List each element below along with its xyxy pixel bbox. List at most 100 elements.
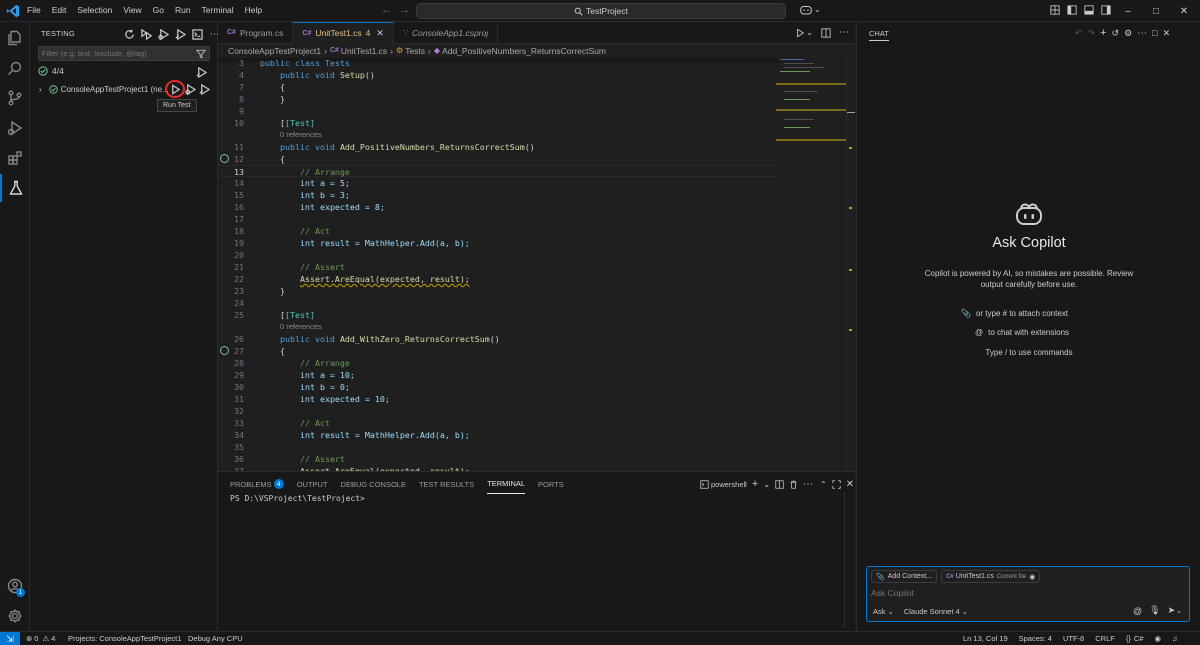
panel-tab-output[interactable]: OUTPUT [297,474,328,494]
close-panel-icon[interactable]: ✕ [846,479,854,490]
panel-tab-test-results[interactable]: TEST RESULTS [419,474,474,494]
run-debug-icon[interactable] [0,114,30,142]
breadcrumb-file[interactable]: UnitTest1.cs [341,46,387,56]
redo-icon[interactable]: ↷ [1088,28,1096,39]
run-all-tests-icon[interactable] [139,27,154,42]
more-actions-icon[interactable]: ⋯ [803,479,813,490]
restore-icon[interactable]: □ [1142,0,1170,22]
terminal-shell-selector[interactable]: powershell [700,480,747,489]
trash-icon[interactable] [789,480,798,489]
codelens-references[interactable]: 0 references [218,321,778,333]
close-icon[interactable]: ✕ [1163,28,1171,39]
run-coverage-icon[interactable] [173,27,188,42]
codelens-refs-label[interactable]: 0 references [280,129,322,141]
eol-status[interactable]: CRLF [1095,634,1115,643]
indentation-status[interactable]: Spaces: 4 [1019,634,1052,643]
debug-test-icon[interactable] [183,82,198,97]
at-mention-icon[interactable]: @ [1133,606,1142,616]
language-mode[interactable]: {} C# [1126,634,1144,643]
run-test-icon[interactable] [168,82,183,97]
problems-status[interactable]: ⊗ 0 ⚠ 4 [26,634,55,643]
search-icon[interactable] [0,54,30,82]
run-test-coverage-icon[interactable] [197,82,212,97]
codelens-refs-label[interactable]: 0 references [280,321,322,333]
command-center-search[interactable]: TestProject [416,3,786,19]
panel-tab-terminal[interactable]: TERMINAL [487,474,526,494]
menu-help[interactable]: Help [245,5,262,15]
more-actions-icon[interactable]: ⋯ [839,27,849,38]
code-editor[interactable]: 3 public class Tests 4 public void Setup(… [218,57,855,471]
terminal-prompt[interactable]: PS D:\VSProject\TestProject> [230,494,365,503]
encoding-status[interactable]: UTF-8 [1063,634,1084,643]
menu-terminal[interactable]: Terminal [202,5,234,15]
tab-consoleapp1-csproj[interactable]: ∵ ConsoleApp1.csproj [394,21,499,44]
copilot-menu[interactable]: ⌄ [800,4,821,15]
menu-run[interactable]: Run [175,5,191,15]
close-icon[interactable]: ✕ [1170,0,1198,22]
copilot-status-icon[interactable]: ◉ [1154,634,1161,643]
panel-tab-problems[interactable]: PROBLEMS 4 [230,474,284,494]
split-editor-icon[interactable] [821,27,831,38]
split-terminal-icon[interactable] [775,479,784,489]
chat-model-picker[interactable]: Claude Sonnet 4 ⌄ [904,607,968,616]
menu-view[interactable]: View [123,5,141,15]
chevron-up-icon[interactable]: ⌃ [820,480,827,489]
chat-input-box[interactable]: 📎 Add Context... C# UnitTest1.cs Current… [866,566,1190,622]
new-chat-icon[interactable]: + [1100,27,1106,39]
filter-funnel-icon[interactable] [196,49,206,59]
tab-unittest1-cs[interactable]: C# UnitTest1.cs 4 ✕ [293,21,394,44]
show-output-icon[interactable] [194,65,209,80]
more-actions-icon[interactable]: ⋯ [1137,28,1147,39]
close-tab-icon[interactable]: ✕ [376,28,384,39]
terminal-scrollbar[interactable] [844,492,845,628]
minimap[interactable] [776,57,846,157]
settings-gear-icon[interactable] [0,602,30,630]
menu-edit[interactable]: Edit [52,5,67,15]
breadcrumb-class[interactable]: Tests [405,46,425,56]
breadcrumb-method[interactable]: Add_PositiveNumbers_ReturnsCorrectSum [442,46,606,56]
send-button[interactable]: ➤ ⌄ [1168,605,1182,616]
codelens-references[interactable]: 0 references [218,129,778,141]
toggle-secondary-sidebar-icon[interactable] [1101,5,1111,15]
test-filter-input[interactable] [42,49,192,58]
panel-tab-debug-console[interactable]: DEBUG CONSOLE [341,474,406,494]
minimize-icon[interactable]: – [1114,0,1142,22]
panel-tab-ports[interactable]: PORTS [538,474,564,494]
gear-icon[interactable]: ⚙ [1124,28,1132,39]
remote-indicator-icon[interactable]: ⇲ [0,632,20,645]
debug-config-status[interactable]: Debug Any CPU [188,634,243,643]
current-file-chip[interactable]: C# UnitTest1.cs Current file ◉ [941,570,1041,583]
toggle-primary-sidebar-icon[interactable] [1067,5,1077,15]
back-arrow-icon[interactable]: ← [381,4,392,16]
editor-scrollbar[interactable] [846,57,855,471]
undo-icon[interactable]: ↶ [1075,28,1083,39]
chat-header-title[interactable]: CHAT [869,29,889,41]
notifications-bell-icon[interactable]: ♫ [1172,634,1178,643]
eye-icon[interactable]: ◉ [1029,573,1035,581]
testing-flask-icon[interactable] [0,174,30,202]
projects-status[interactable]: Projects: ConsoleAppTestProject1 [68,634,181,643]
source-control-icon[interactable] [0,84,30,112]
toggle-panel-icon[interactable] [1084,5,1094,15]
menu-file[interactable]: File [27,5,41,15]
add-context-button[interactable]: 📎 Add Context... [871,570,938,583]
new-terminal-icon[interactable]: + [752,478,758,490]
menu-selection[interactable]: Selection [77,5,112,15]
chat-mode-picker[interactable]: Ask ⌄ [873,607,894,616]
breadcrumb-project[interactable]: ConsoleAppTestProject1 [228,46,321,56]
run-file-button[interactable]: ⌄ [795,27,813,38]
debug-all-tests-icon[interactable] [156,27,171,42]
chevron-down-icon[interactable]: ⌄ [763,480,770,489]
chevron-right-icon[interactable]: › [39,85,42,94]
chat-input-field[interactable] [871,588,1171,598]
maximize-icon[interactable]: □ [1152,28,1157,38]
explorer-icon[interactable] [0,24,30,52]
account-icon[interactable]: 1 [0,572,30,600]
tab-program-cs[interactable]: C# Program.cs [218,21,294,44]
menu-go[interactable]: Go [153,5,164,15]
refresh-tests-icon[interactable] [122,27,137,42]
history-icon[interactable]: ↺ [1112,28,1120,39]
maximize-panel-icon[interactable] [832,479,841,489]
forward-arrow-icon[interactable]: → [399,4,410,16]
cursor-position[interactable]: Ln 13, Col 19 [963,634,1008,643]
